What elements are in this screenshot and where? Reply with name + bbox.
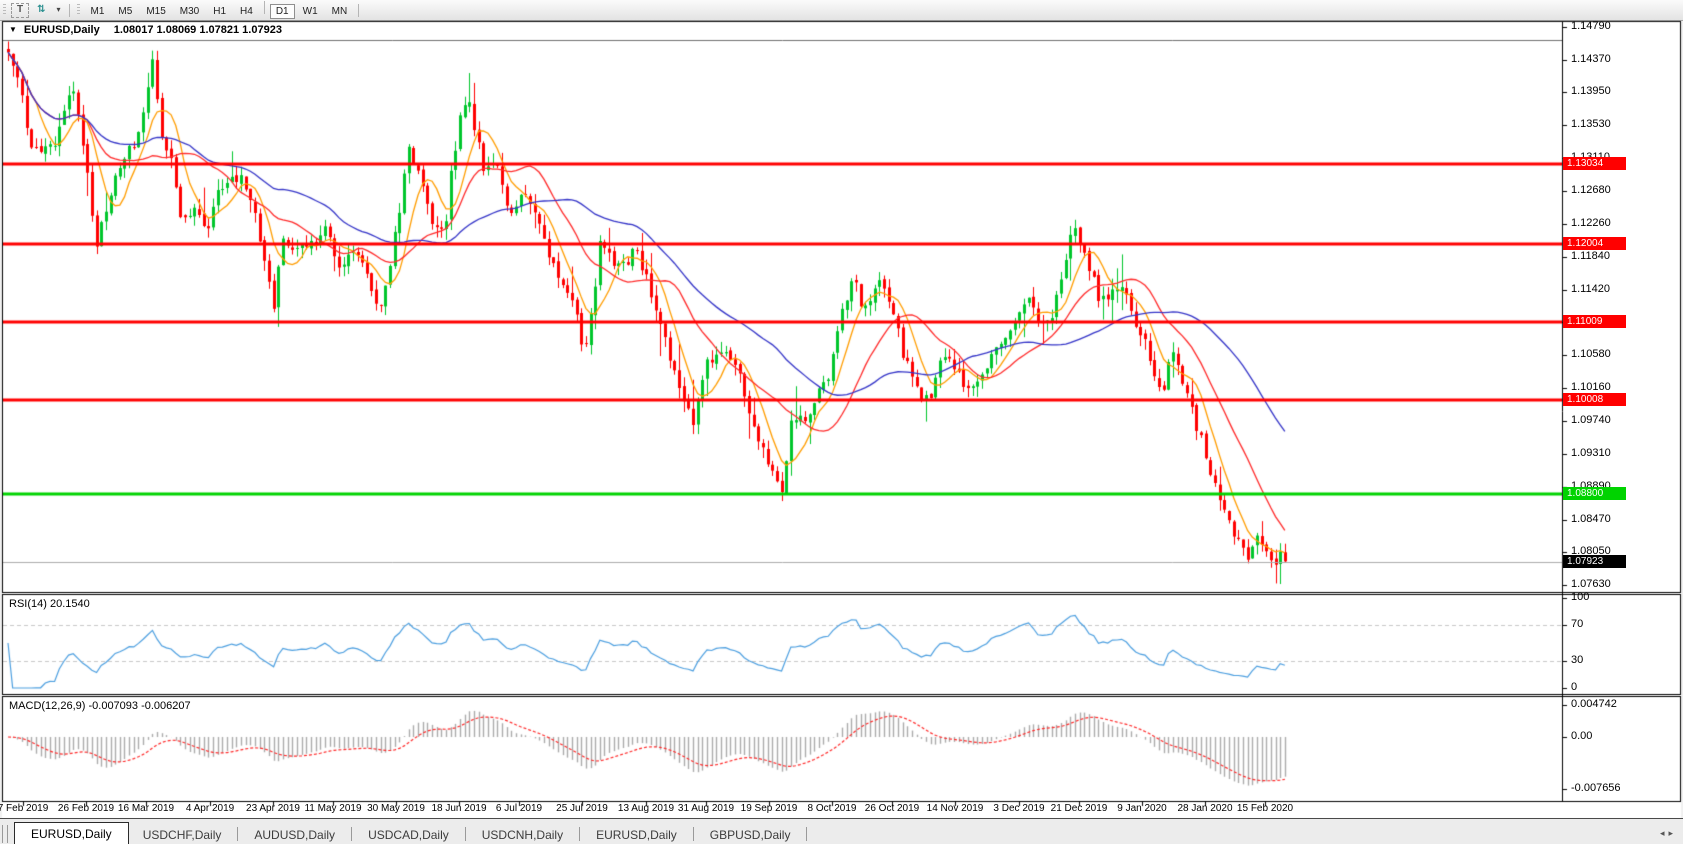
price-tick-label: 1.13530 [1571, 118, 1611, 130]
price-tick-label: 1.12260 [1571, 217, 1611, 229]
date-tick-label: 15 Feb 2020 [1237, 803, 1293, 814]
chart-ohlc-values: 1.08017 1.08069 1.07821 1.07923 [114, 24, 282, 36]
date-tick-label: 7 Feb 2019 [0, 803, 48, 814]
tab-divider [579, 827, 580, 841]
price-tick-label: 1.09740 [1571, 414, 1611, 426]
macd-tick-label: -0.007656 [1571, 782, 1621, 794]
date-tick-label: 13 Aug 2019 [618, 803, 674, 814]
price-level-label[interactable]: 1.08800 [1563, 487, 1626, 500]
chart-tab-eurusd-5[interactable]: EURUSD,Daily [582, 825, 691, 844]
date-tick-label: 8 Oct 2019 [808, 803, 857, 814]
chart-tab-usdchf-1[interactable]: USDCHF,Daily [129, 825, 236, 844]
price-level-label[interactable]: 1.10008 [1563, 393, 1626, 406]
date-tick-label: 18 Jun 2019 [431, 803, 486, 814]
macd-tick-label: 0.004742 [1571, 698, 1617, 710]
macd-name: MACD(12,26,9) [9, 700, 85, 712]
price-tick-label: 1.10160 [1571, 381, 1611, 393]
price-tick-label: 1.14370 [1571, 53, 1611, 65]
date-tick-label: 16 Mar 2019 [118, 803, 174, 814]
date-tick-label: 9 Jan 2020 [1117, 803, 1167, 814]
price-chart-canvas[interactable] [0, 0, 1683, 844]
chart-tabs-bar: EURUSD,DailyUSDCHF,DailyAUDUSD,DailyUSDC… [0, 818, 1683, 844]
chart-tabs: EURUSD,DailyUSDCHF,DailyAUDUSD,DailyUSDC… [14, 822, 809, 844]
chart-tab-usdcad-3[interactable]: USDCAD,Daily [354, 825, 463, 844]
chart-tab-gbpusd-6[interactable]: GBPUSD,Daily [696, 825, 805, 844]
date-tick-label: 6 Jul 2019 [496, 803, 542, 814]
tab-divider [693, 827, 694, 841]
date-tick-label: 23 Apr 2019 [246, 803, 300, 814]
date-tick-label: 26 Oct 2019 [865, 803, 919, 814]
date-tick-label: 3 Dec 2019 [993, 803, 1044, 814]
date-tick-label: 11 May 2019 [304, 803, 361, 814]
tab-divider [806, 827, 807, 841]
chart-tab-eurusd-0[interactable]: EURUSD,Daily [14, 822, 129, 844]
date-tick-label: 14 Nov 2019 [927, 803, 984, 814]
tab-divider [237, 827, 238, 841]
price-tick-label: 1.08470 [1571, 513, 1611, 525]
tab-divider [465, 827, 466, 841]
date-tick-label: 26 Feb 2019 [58, 803, 114, 814]
chart-title: ▼ EURUSD,Daily 1.08017 1.08069 1.07821 1.0… [9, 24, 282, 36]
chart-symbol-label: EURUSD,Daily [24, 24, 100, 36]
macd-tick-label: 0.00 [1571, 730, 1592, 742]
price-tick-label: 1.14790 [1571, 20, 1611, 32]
rsi-tick-label: 100 [1571, 591, 1589, 603]
date-tick-label: 31 Aug 2019 [678, 803, 734, 814]
price-level-label[interactable]: 1.12004 [1563, 237, 1626, 250]
price-level-label[interactable]: 1.13034 [1563, 157, 1626, 170]
price-tick-label: 1.11840 [1571, 250, 1610, 262]
macd-indicator-label: MACD(12,26,9) -0.007093 -0.006207 [9, 700, 191, 712]
metatrader-window: T ⇅ ▾ M1M5M15M30H1H4D1W1MN ▼EURUSD,Daily… [0, 0, 1683, 844]
tab-scroll-right-icon[interactable]: ▸ [1668, 828, 1677, 838]
chart-tab-usdcnh-4[interactable]: USDCNH,Daily [468, 825, 577, 844]
date-tick-label: 21 Dec 2019 [1051, 803, 1108, 814]
rsi-tick-label: 0 [1571, 681, 1577, 693]
rsi-indicator-label: RSI(14) 20.1540 [9, 598, 90, 610]
rsi-current-value: 20.1540 [50, 598, 90, 610]
rsi-tick-label: 30 [1571, 654, 1583, 666]
tab-divider [351, 827, 352, 841]
rsi-tick-label: 70 [1571, 618, 1583, 630]
chart-tab-audusd-2[interactable]: AUDUSD,Daily [240, 825, 349, 844]
date-tick-label: 30 May 2019 [367, 803, 425, 814]
price-tick-label: 1.11420 [1571, 283, 1610, 295]
price-level-label[interactable]: 1.11009 [1563, 315, 1626, 328]
price-tick-label: 1.10580 [1571, 348, 1611, 360]
price-tick-label: 1.12680 [1571, 184, 1611, 196]
price-tick-label: 1.07630 [1571, 578, 1611, 590]
macd-current-values: -0.007093 -0.006207 [88, 700, 190, 712]
date-tick-label: 19 Sep 2019 [741, 803, 798, 814]
price-level-label[interactable]: 1.07923 [1563, 555, 1626, 568]
price-tick-label: 1.09310 [1571, 447, 1611, 459]
date-tick-label: 4 Apr 2019 [186, 803, 234, 814]
date-tick-label: 28 Jan 2020 [1177, 803, 1232, 814]
date-tick-label: 25 Jul 2019 [556, 803, 608, 814]
price-tick-label: 1.13950 [1571, 85, 1611, 97]
rsi-name: RSI(14) [9, 598, 47, 610]
tabbar-grip[interactable] [2, 825, 8, 843]
chart-title-caret-icon[interactable]: ▼ [9, 25, 17, 34]
